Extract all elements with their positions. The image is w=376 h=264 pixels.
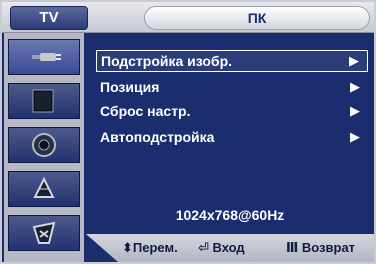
arrow-right-icon: ▶ [350, 129, 360, 144]
osd-window: TV ПК Подстройка изобр. ▶ Позиция ▶ Сбро… [0, 0, 376, 264]
arrow-right-icon: ▶ [350, 103, 360, 118]
enter-hint: ⏎ Вход [198, 240, 245, 255]
move-hint: ⬍Перем. [122, 240, 178, 255]
sound-icon [32, 133, 56, 157]
sidebar-item-sound[interactable] [8, 127, 80, 163]
menu-item-reset[interactable]: Сброс настр. ▶ [96, 100, 368, 122]
menu-item-image-adjust[interactable]: Подстройка изобр. ▶ [96, 50, 368, 72]
menu-item-auto-adjust[interactable]: Автоподстройка ▶ [96, 126, 368, 148]
sidebar-item-setup[interactable] [8, 215, 80, 251]
plug-icon [32, 53, 61, 61]
sidebar-item-input[interactable] [8, 39, 80, 75]
menu-item-label: Подстройка изобр. [101, 53, 233, 69]
menu-item-label: Позиция [100, 79, 160, 95]
menu-item-position[interactable]: Позиция ▶ [96, 76, 368, 98]
help-bar-corner [86, 234, 118, 262]
arrow-right-icon: ▶ [350, 79, 360, 94]
tab-tv[interactable]: TV [10, 6, 88, 30]
picture-icon [32, 89, 54, 113]
return-hint: Ⅲ Возврат [286, 240, 356, 255]
top-bar: TV ПК [2, 2, 374, 33]
resolution-readout: 1024x768@60Hz [175, 207, 285, 223]
menu-item-label: Сброс настр. [100, 103, 191, 119]
menu-panel: Подстройка изобр. ▶ Позиция ▶ Сброс наст… [86, 33, 374, 233]
setup-icon [32, 221, 56, 244]
menu-item-label: Автоподстройка [100, 129, 215, 145]
sidebar-item-channel[interactable] [8, 171, 80, 207]
help-bar: ⬍Перем. ⏎ Вход Ⅲ Возврат [86, 234, 374, 262]
channel-icon [33, 176, 55, 198]
sidebar-item-picture[interactable] [8, 83, 80, 119]
sidebar [4, 33, 84, 262]
arrow-right-icon: ▶ [349, 53, 359, 68]
tab-pc[interactable]: ПК [144, 6, 370, 30]
